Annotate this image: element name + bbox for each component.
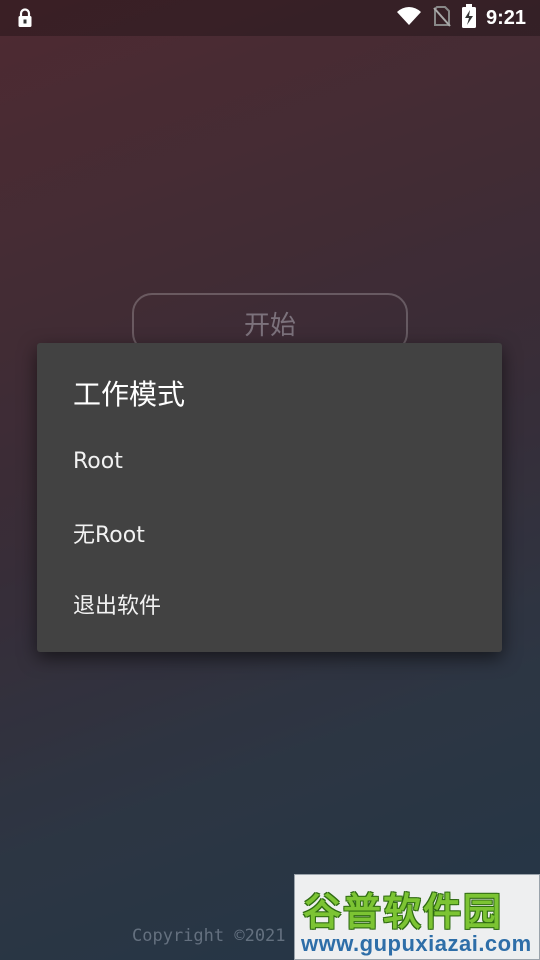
dialog-title: 工作模式: [73, 378, 186, 411]
menu-item-root[interactable]: Root: [37, 431, 502, 491]
battery-charging-icon: [461, 4, 476, 32]
status-bar: 9:21: [0, 0, 540, 36]
work-mode-dialog: 工作模式 Root 无Root 退出软件: [37, 343, 502, 652]
lock-icon: [14, 8, 36, 28]
no-sim-icon: [432, 5, 452, 31]
watermark-logo: 谷普软件园 www.gupuxiazai.com: [294, 874, 540, 960]
menu-item-no-root[interactable]: 无Root: [37, 503, 502, 563]
watermark-brand: 谷普软件园: [303, 890, 504, 934]
status-time: 9:21: [485, 6, 526, 29]
wifi-icon: [396, 6, 422, 30]
status-right-cluster: 9:21: [396, 0, 526, 36]
copyright-text: Copyright ©2021: [132, 926, 286, 946]
watermark-url: www.gupuxiazai.com: [301, 931, 532, 956]
menu-item-exit-app[interactable]: 退出软件: [37, 574, 502, 634]
